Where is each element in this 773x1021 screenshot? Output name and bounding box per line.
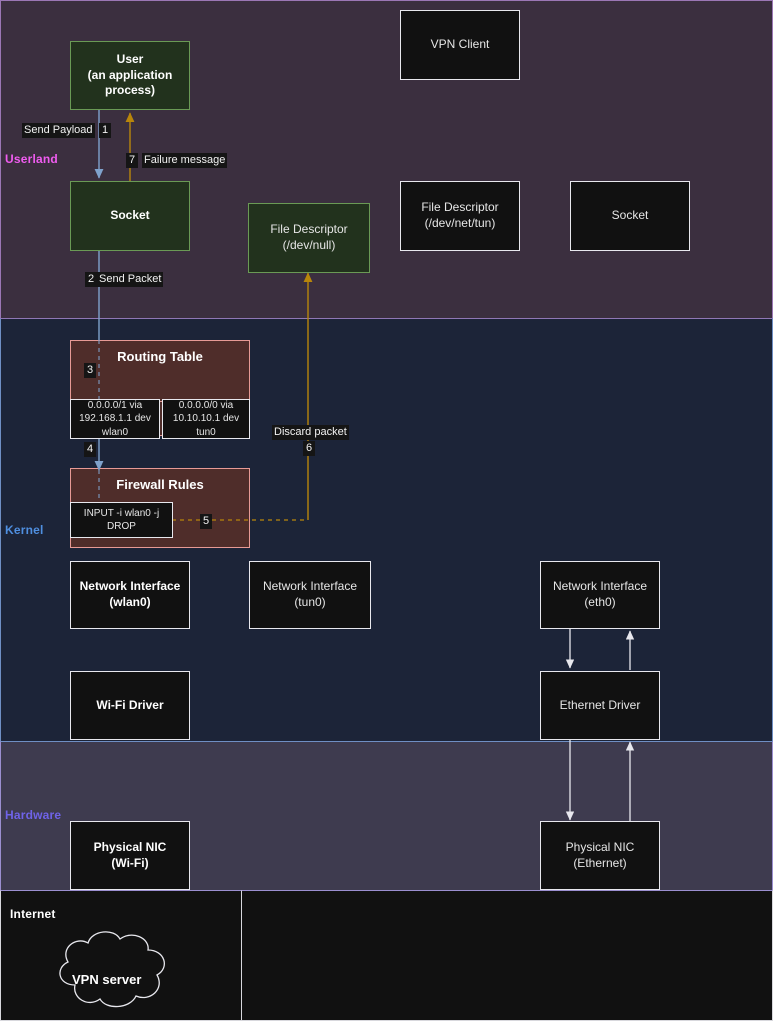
phys-nic-eth-line1: Physical NIC bbox=[565, 839, 635, 854]
node-nic-wlan0[interactable]: Network Interface (wlan0) bbox=[70, 561, 190, 629]
edge-number-5: 5 bbox=[200, 514, 213, 529]
node-socket-right-label: Socket bbox=[611, 208, 649, 223]
edge-label-failure-message: Failure message bbox=[142, 153, 228, 168]
firewall-rules-title: Firewall Rules bbox=[116, 477, 204, 492]
firewall-rule-line2: DROP bbox=[107, 521, 136, 532]
group-routing-table: Routing Table bbox=[70, 340, 250, 402]
node-wifi-driver-label: Wi-Fi Driver bbox=[96, 697, 164, 712]
edge-label-send-packet: Send Packet bbox=[97, 272, 164, 287]
node-socket-userland[interactable]: Socket bbox=[70, 181, 190, 251]
band-label-userland: Userland bbox=[5, 152, 58, 166]
node-route-wlan0[interactable]: 0.0.0.0/1 via 192.168.1.1 dev wlan0 bbox=[70, 399, 160, 439]
node-firewall-rule[interactable]: INPUT -i wlan0 -j DROP bbox=[70, 502, 173, 538]
route-tun0-line1: 0.0.0.0/0 via bbox=[178, 400, 234, 412]
phys-nic-wifi-line1: Physical NIC bbox=[93, 839, 167, 854]
band-label-kernel: Kernel bbox=[5, 523, 44, 537]
edge-label-send-payload: Send Payload bbox=[22, 123, 95, 138]
node-vpn-client[interactable]: VPN Client bbox=[400, 10, 520, 80]
route-wlan0-line2: 192.168.1.1 dev bbox=[79, 413, 151, 425]
edge-number-4: 4 bbox=[84, 442, 97, 457]
node-vpn-client-label: VPN Client bbox=[430, 37, 490, 52]
node-file-descriptor-devnettun[interactable]: File Descriptor (/dev/net/tun) bbox=[400, 181, 520, 251]
diagram-canvas: Userland Kernel Hardware Internet Routin… bbox=[0, 0, 773, 1021]
band-label-internet: Internet bbox=[10, 907, 56, 921]
node-fd-devnull-line2: (/dev/null) bbox=[282, 238, 336, 252]
phys-nic-wifi-line2: (Wi-Fi) bbox=[111, 855, 149, 870]
nic-tun0-line1: Network Interface bbox=[262, 579, 358, 594]
node-user[interactable]: User (an application process) bbox=[70, 41, 190, 110]
node-physical-nic-ethernet[interactable]: Physical NIC (Ethernet) bbox=[540, 821, 660, 890]
node-nic-eth0[interactable]: Network Interface (eth0) bbox=[540, 561, 660, 629]
node-fd-devnettun-line2: (/dev/net/tun) bbox=[424, 216, 496, 230]
node-wifi-driver[interactable]: Wi-Fi Driver bbox=[70, 671, 190, 740]
nic-eth0-line1: Network Interface bbox=[552, 579, 648, 594]
node-ethernet-driver[interactable]: Ethernet Driver bbox=[540, 671, 660, 740]
firewall-rule-line1: INPUT -i wlan0 -j bbox=[83, 507, 160, 519]
edge-number-2: 2 bbox=[85, 272, 98, 287]
node-socket-userland-label: Socket bbox=[110, 208, 150, 223]
route-wlan0-line1: 0.0.0.0/1 via bbox=[87, 400, 143, 412]
route-wlan0-line3: wlan0 bbox=[101, 426, 129, 438]
nic-eth0-line2: (eth0) bbox=[584, 595, 616, 609]
node-fd-devnettun-line1: File Descriptor bbox=[421, 200, 499, 215]
node-user-line1: User bbox=[116, 51, 144, 66]
nic-tun0-line2: (tun0) bbox=[294, 595, 326, 609]
node-user-line2: (an application bbox=[87, 67, 173, 82]
routing-table-title: Routing Table bbox=[117, 349, 203, 364]
route-tun0-line2: 10.10.10.1 dev bbox=[172, 413, 240, 425]
phys-nic-eth-line2: (Ethernet) bbox=[573, 855, 627, 870]
edge-number-1: 1 bbox=[99, 123, 112, 138]
band-label-hardware: Hardware bbox=[5, 808, 62, 822]
node-socket-right[interactable]: Socket bbox=[570, 181, 690, 251]
route-tun0-line3: tun0 bbox=[196, 426, 216, 438]
node-route-tun0[interactable]: 0.0.0.0/0 via 10.10.10.1 dev tun0 bbox=[162, 399, 250, 439]
edge-label-discard-packet: Discard packet bbox=[272, 425, 349, 440]
node-user-line3: process) bbox=[104, 83, 156, 98]
nic-wlan0-line2: (wlan0) bbox=[109, 595, 151, 609]
node-physical-nic-wifi[interactable]: Physical NIC (Wi-Fi) bbox=[70, 821, 190, 890]
edge-number-3: 3 bbox=[84, 363, 97, 378]
node-ethernet-driver-label: Ethernet Driver bbox=[559, 697, 641, 712]
node-file-descriptor-devnull[interactable]: File Descriptor (/dev/null) bbox=[248, 203, 370, 273]
nic-wlan0-line1: Network Interface bbox=[79, 579, 181, 594]
node-fd-devnull-line1: File Descriptor bbox=[270, 222, 348, 237]
edge-number-7: 7 bbox=[126, 153, 139, 168]
node-vpn-server-label[interactable]: VPN server bbox=[72, 972, 141, 987]
node-nic-tun0[interactable]: Network Interface (tun0) bbox=[249, 561, 371, 629]
edge-number-6: 6 bbox=[303, 441, 316, 456]
